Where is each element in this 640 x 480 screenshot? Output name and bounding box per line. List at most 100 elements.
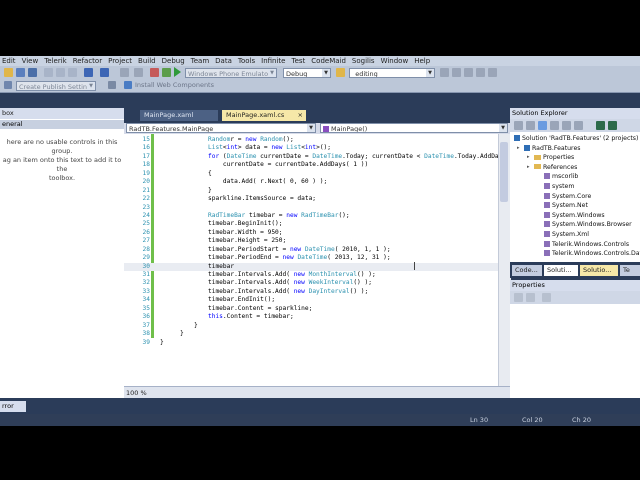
install-web-components-icon[interactable] — [124, 81, 132, 89]
menu-item-window[interactable]: Window — [381, 57, 409, 65]
refresh-icon[interactable] — [538, 121, 547, 130]
tab-code-definition[interactable]: Code... — [512, 265, 542, 276]
tab-mainpage-xaml[interactable]: MainPage.xaml — [140, 110, 218, 121]
code-editor[interactable]: 15 Randomr = new Random(); 16 List<int> dat… — [124, 134, 510, 386]
code-line[interactable]: 20 data.Add( r.Next( 0, 60 ) ); — [124, 178, 500, 186]
menu-item-refactor[interactable]: Refactor — [73, 57, 102, 65]
tree-item[interactable]: ▸ Properties — [527, 153, 574, 162]
tree-item[interactable]: System.Xml — [544, 230, 589, 239]
alphabetical-icon[interactable] — [526, 293, 535, 302]
tree-item[interactable]: System.Windows — [544, 211, 605, 220]
tab-error-list[interactable]: rror List — [0, 401, 26, 421]
tree-item[interactable]: Solution 'RadTB.Features' (2 projects) — [514, 134, 638, 143]
categorized-icon[interactable] — [514, 293, 523, 302]
navigate-back-icon[interactable] — [120, 68, 129, 77]
properties-icon[interactable] — [514, 121, 523, 130]
menu-item-telerik[interactable]: Telerik — [44, 57, 67, 65]
code-line[interactable]: 16 List<int> data = new List<int>(); — [124, 144, 500, 152]
navigate-forward-icon[interactable] — [134, 68, 143, 77]
view-code-icon[interactable] — [550, 121, 559, 130]
code-line[interactable]: 32 timebar.Intervals.Add( new WeekInterva… — [124, 279, 500, 287]
member-combo[interactable]: MainPage() ▼ — [320, 123, 508, 133]
tab-mainpage-xaml-cs[interactable]: MainPage.xaml.cs × — [222, 110, 306, 121]
scrollbar-thumb[interactable] — [500, 142, 508, 202]
object-browser-icon[interactable] — [464, 68, 473, 77]
solution-explorer-icon[interactable] — [440, 68, 449, 77]
property-pages-icon[interactable] — [542, 293, 551, 302]
find-combo[interactable]: _editing ▼ — [349, 68, 435, 78]
zoom-level[interactable]: 100 % — [126, 388, 147, 398]
code-line[interactable]: 34 timebar.EndInit(); — [124, 296, 500, 304]
code-line[interactable]: 38} — [124, 330, 500, 338]
find-in-files-icon[interactable] — [336, 68, 345, 77]
tab-team[interactable]: Te — [620, 265, 640, 276]
configuration-combo[interactable]: Debug ▼ — [283, 68, 331, 78]
show-all-files-icon[interactable] — [526, 121, 535, 130]
cut-icon[interactable] — [44, 68, 53, 77]
tree-item[interactable]: System.Core — [544, 192, 591, 201]
code-line[interactable]: 25 timebar.BeginInit(); — [124, 220, 500, 228]
tab-solution[interactable]: Soluti... — [544, 265, 578, 276]
menu-item-sogilis[interactable]: Sogilis — [352, 57, 375, 65]
code-line[interactable]: 39} — [124, 339, 500, 347]
code-line[interactable]: 18 currentDate = currentDate.AddDays( 1 … — [124, 161, 500, 169]
code-line[interactable]: 17 for (DateTime currentDate = DateTime.T… — [124, 153, 503, 161]
code-line[interactable]: 15 Randomr = new Random(); — [124, 136, 500, 144]
menu-item-data[interactable]: Data — [215, 57, 232, 65]
menu-item-edit[interactable]: Edit — [2, 57, 16, 65]
device-combo[interactable]: Windows Phone Emulator ▼ — [185, 68, 277, 78]
menu-item-codemaid[interactable]: CodeMaid — [311, 57, 346, 65]
class-combo[interactable]: RadTB.Features.MainPage ▼ — [126, 123, 316, 133]
start-page-icon[interactable] — [488, 68, 497, 77]
menu-item-build[interactable]: Build — [138, 57, 156, 65]
tree-item[interactable]: ▸ RadTB.Features — [517, 144, 580, 153]
toolbox-group-general[interactable]: eneral — [0, 120, 124, 129]
collapse-all-icon[interactable] — [608, 121, 617, 130]
undo-icon[interactable] — [84, 68, 93, 77]
menu-item-debug[interactable]: Debug — [162, 57, 185, 65]
view-class-diagram-icon[interactable] — [574, 121, 583, 130]
paste-icon[interactable] — [68, 68, 77, 77]
code-line[interactable]: 23 — [124, 204, 500, 212]
web-platform-icon[interactable] — [108, 81, 116, 89]
toolbox-window-icon[interactable] — [476, 68, 485, 77]
open-file-icon[interactable] — [4, 68, 13, 77]
code-line[interactable]: 36 this.Content = timebar; — [124, 313, 500, 321]
code-line[interactable]: 26 timebar.Width = 950; — [124, 229, 500, 237]
code-line[interactable]: 21} — [124, 187, 500, 195]
code-line[interactable]: 33 timebar.Intervals.Add( new DayInterval… — [124, 288, 500, 296]
expand-arrow-icon[interactable]: ▸ — [517, 144, 520, 153]
menu-item-project[interactable]: Project — [108, 57, 132, 65]
code-line[interactable]: 29 timebar.PeriodEnd = new DateTime( 2013… — [124, 254, 500, 262]
save-icon[interactable] — [16, 68, 25, 77]
tree-item[interactable]: Telerik.Windows.Controls.Data — [544, 249, 640, 258]
start-debugging-icon[interactable] — [174, 67, 181, 77]
code-line[interactable]: 24 RadTimeBar timebar = new RadTimeBar(); — [124, 212, 500, 220]
expand-arrow-icon[interactable]: ▸ — [527, 163, 530, 172]
redo-icon[interactable] — [100, 68, 109, 77]
menu-item-view[interactable]: View — [22, 57, 39, 65]
menu-item-test[interactable]: Test — [291, 57, 305, 65]
publish-settings-combo[interactable]: Create Publish Settings ▼ — [16, 81, 96, 91]
tree-item[interactable]: System.Windows.Browser — [544, 220, 632, 229]
bookmark-icon[interactable] — [150, 68, 159, 77]
tree-item[interactable]: Telerik.Windows.Controls — [544, 240, 629, 249]
install-web-components-label[interactable]: Install Web Components — [135, 80, 214, 91]
code-line[interactable]: 37} — [124, 322, 500, 330]
code-line[interactable]: 27 timebar.Height = 250; — [124, 237, 500, 245]
code-line[interactable]: 22 sparkline.ItemsSource = data; — [124, 195, 500, 203]
tree-item[interactable]: system — [544, 182, 574, 191]
code-line[interactable]: 28 timebar.PeriodStart = new DateTime( 20… — [124, 246, 500, 254]
view-designer-icon[interactable] — [562, 121, 571, 130]
tree-item[interactable]: ▸ References — [527, 163, 577, 172]
tree-item[interactable]: mscorlib — [544, 172, 578, 181]
publish-icon[interactable] — [4, 81, 12, 89]
code-line[interactable]: 31 timebar.Intervals.Add( new MonthInterv… — [124, 271, 500, 279]
tree-item[interactable]: System.Net — [544, 201, 588, 210]
save-all-icon[interactable] — [28, 68, 37, 77]
tab-solution-2[interactable]: Solutio... — [580, 265, 618, 276]
menu-item-team[interactable]: Team — [191, 57, 210, 65]
code-line[interactable]: 30 timebar — [124, 262, 500, 271]
code-line[interactable]: 35 timebar.Content = sparkline; — [124, 305, 500, 313]
menu-item-help[interactable]: Help — [414, 57, 430, 65]
